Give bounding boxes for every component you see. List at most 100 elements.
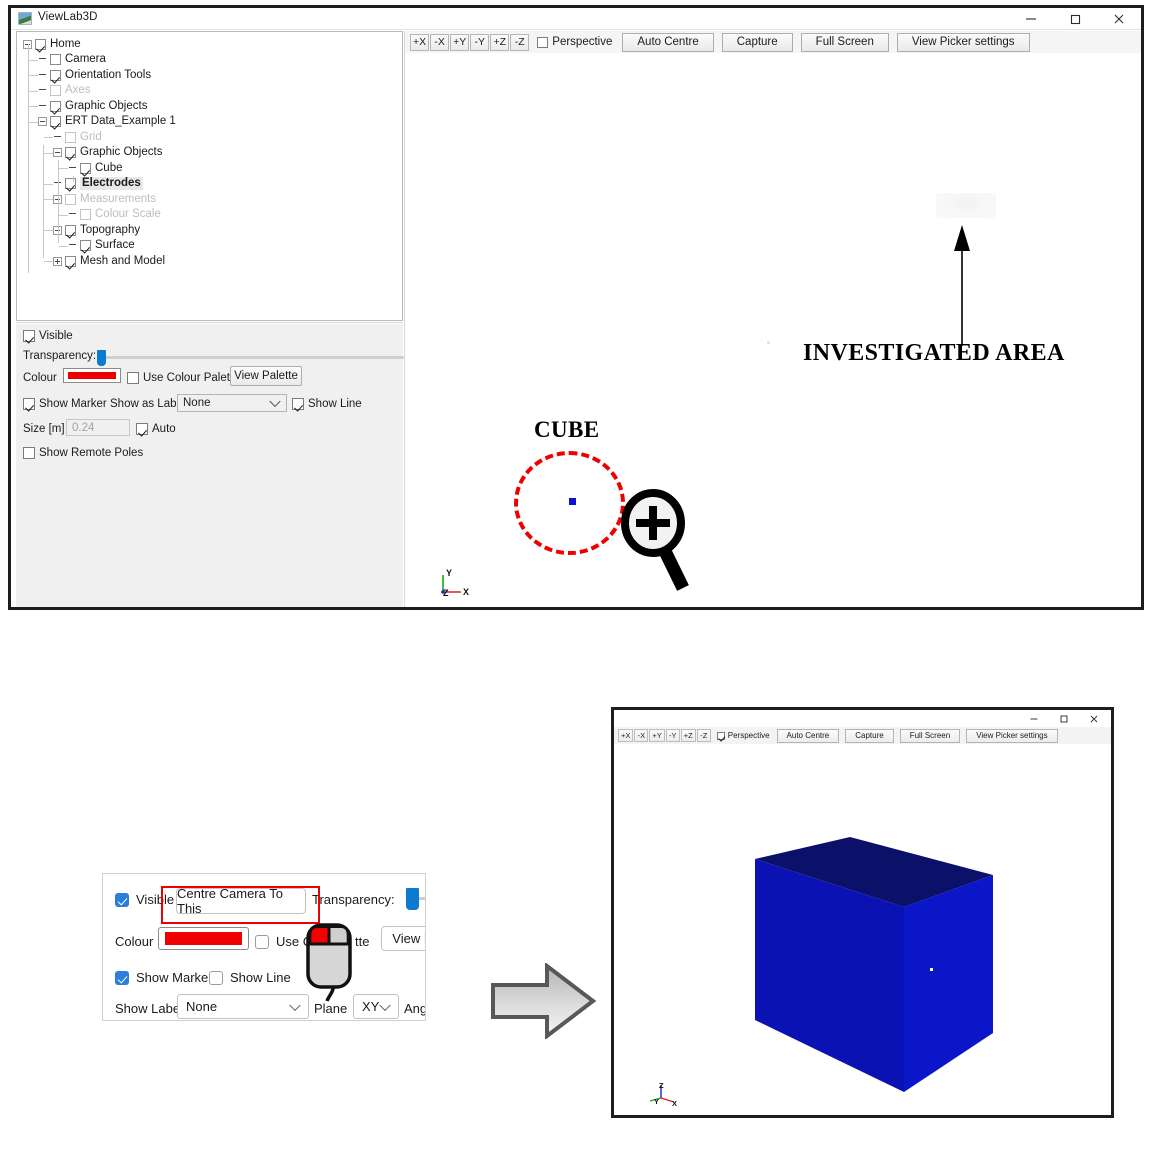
tree-item-home[interactable]: Home	[23, 36, 81, 52]
show-line-checkbox[interactable]	[292, 398, 304, 410]
axis-button-plusminus-X[interactable]: +X	[410, 33, 430, 51]
result-axis-button-minus-X[interactable]: -X	[634, 729, 649, 742]
toolbar-button-full-screen[interactable]: Full Screen	[800, 32, 889, 52]
axis-button-minus-X[interactable]: -X	[430, 33, 450, 51]
show-remote-poles-row[interactable]: Show Remote Poles	[23, 447, 143, 459]
tree-item-colour-scale[interactable]: Colour Scale	[68, 207, 161, 223]
close-icon[interactable]	[1079, 710, 1109, 727]
tree-connector	[44, 230, 53, 231]
tree-item-camera[interactable]: Camera	[38, 52, 106, 68]
tree-item-topography[interactable]: Topography	[53, 222, 140, 238]
scene-tree-panel[interactable]: Home Camera Orientation Tools Axes Graphic O…	[16, 31, 403, 321]
tree-item-checkbox[interactable]	[50, 100, 61, 112]
axis-button-minus-Y[interactable]: -Y	[470, 33, 490, 51]
show-marker-checkbox[interactable]	[23, 398, 35, 410]
collapse-icon[interactable]	[38, 117, 47, 126]
use-colour-palette-row[interactable]: Use Colour Palette	[127, 372, 240, 384]
tree-item-surface[interactable]: Surface	[68, 238, 135, 254]
visible-checkbox[interactable]	[23, 330, 35, 342]
perspective-toggle[interactable]: Perspective	[537, 36, 612, 48]
popup-show-line-checkbox[interactable]	[209, 970, 223, 985]
show-as-label-combo[interactable]: None	[177, 394, 287, 412]
show-marker-row[interactable]: Show Marker	[23, 398, 107, 410]
result-toolbar-button-auto-centre[interactable]: Auto Centre	[776, 728, 840, 743]
tree-item-checkbox[interactable]	[50, 116, 61, 127]
axis-button-minus-Z[interactable]: -Z	[510, 33, 530, 51]
minimize-icon[interactable]	[1009, 8, 1053, 30]
tree-item-orientation-tools[interactable]: Orientation Tools	[38, 67, 151, 83]
result-axis-button-plusminus-X[interactable]: +X	[618, 729, 634, 742]
axis-button-plusminus-Y[interactable]: +Y	[450, 33, 470, 51]
close-icon[interactable]	[1097, 8, 1141, 30]
visible-checkbox-row[interactable]: Visible	[23, 330, 73, 342]
maximize-icon[interactable]	[1053, 8, 1097, 30]
popup-show-marker-row[interactable]: Show Marker	[115, 970, 213, 985]
popup-view-palette-button[interactable]: View Pa	[381, 926, 425, 951]
tree-item-graphic-objects[interactable]: Graphic Objects	[53, 145, 162, 161]
tree-item-mesh-and-model[interactable]: Mesh and Model	[53, 253, 165, 269]
tree-item-measurements[interactable]: Measurements	[53, 191, 156, 207]
result-toolbar-button-capture[interactable]: Capture	[845, 728, 894, 743]
popup-visible-checkbox[interactable]	[115, 892, 129, 907]
tree-item-electrodes[interactable]: Electrodes	[53, 176, 143, 192]
tree-item-checkbox[interactable]	[65, 255, 76, 267]
popup-show-label-combo[interactable]: None	[177, 994, 309, 1019]
tree-connector	[58, 160, 59, 243]
popup-show-line-row[interactable]: Show Line	[209, 970, 291, 985]
svg-text:Z: Z	[443, 588, 449, 598]
tree-item-checkbox[interactable]	[65, 193, 76, 205]
tree-item-axes[interactable]: Axes	[38, 83, 91, 99]
toolbar-button-view-picker-settings[interactable]: View Picker settings	[896, 32, 1030, 52]
tree-item-checkbox[interactable]	[80, 240, 91, 251]
minimize-icon[interactable]	[1019, 710, 1049, 727]
tree-item-checkbox[interactable]	[50, 54, 61, 65]
view-palette-button[interactable]: View Palette	[230, 366, 302, 386]
tree-item-grid[interactable]: Grid	[53, 129, 102, 145]
result-axis-button-plusminus-Z[interactable]: +Z	[680, 729, 696, 742]
use-colour-palette-checkbox[interactable]	[127, 372, 139, 384]
popup-use-colour-palette-checkbox[interactable]	[255, 934, 269, 949]
3d-viewport[interactable]: +X -X +Y -Y +Z -Z Perspective Auto Centre Capt…	[404, 31, 1141, 607]
tree-item-checkbox[interactable]	[80, 162, 91, 174]
result-axis-button-minus-Y[interactable]: -Y	[665, 729, 680, 742]
tree-item-ert-data-example-1[interactable]: ERT Data_Example 1	[38, 114, 176, 130]
toolbar-button-auto-centre[interactable]: Auto Centre	[622, 32, 714, 52]
tree-spacer	[53, 133, 62, 142]
tree-item-checkbox[interactable]	[65, 147, 76, 158]
show-as-label-label: Show as Label	[110, 398, 186, 410]
toolbar-button-capture[interactable]: Capture	[721, 32, 793, 52]
tree-item-graphic-objects[interactable]: Graphic Objects	[38, 98, 147, 114]
auto-checkbox[interactable]	[136, 423, 148, 435]
collapse-icon[interactable]	[53, 148, 62, 157]
tree-item-checkbox[interactable]	[50, 85, 61, 96]
auto-row[interactable]: Auto	[136, 423, 176, 435]
popup-transparency-slider-knob[interactable]	[406, 888, 419, 910]
result-axis-button-minus-Z[interactable]: -Z	[696, 729, 711, 742]
tree-item-checkbox[interactable]	[80, 209, 91, 220]
maximize-icon[interactable]	[1049, 710, 1079, 727]
popup-plane-combo[interactable]: XY	[353, 994, 399, 1019]
transparency-slider-track[interactable]	[104, 356, 404, 359]
size-input[interactable]: 0.24	[66, 419, 130, 436]
tree-item-checkbox[interactable]	[65, 178, 76, 189]
result-3d-canvas[interactable]: Z Y X	[614, 744, 1111, 1115]
result-perspective-toggle[interactable]: Perspective	[716, 731, 770, 740]
transparency-slider-knob[interactable]	[97, 350, 106, 366]
tree-item-checkbox[interactable]	[65, 131, 76, 143]
tree-item-checkbox[interactable]	[50, 69, 61, 81]
show-remote-poles-checkbox[interactable]	[23, 447, 35, 459]
result-toolbar-button-full-screen[interactable]: Full Screen	[899, 728, 961, 743]
popup-show-marker-checkbox[interactable]	[115, 970, 129, 985]
result-toolbar-button-view-picker-settings[interactable]: View Picker settings	[966, 728, 1058, 743]
colour-swatch[interactable]	[63, 368, 121, 383]
tree-item-checkbox[interactable]	[35, 38, 46, 50]
result-perspective-checkbox[interactable]	[716, 731, 725, 740]
perspective-checkbox[interactable]	[537, 36, 549, 48]
result-axis-button-plusminus-Y[interactable]: +Y	[649, 729, 665, 742]
axis-button-plusminus-Z[interactable]: +Z	[490, 33, 510, 51]
expand-icon[interactable]	[53, 256, 62, 266]
tree-item-checkbox[interactable]	[65, 224, 76, 236]
tree-item-cube[interactable]: Cube	[68, 160, 123, 176]
show-line-row[interactable]: Show Line	[292, 398, 362, 410]
popup-colour-swatch[interactable]	[158, 927, 249, 950]
